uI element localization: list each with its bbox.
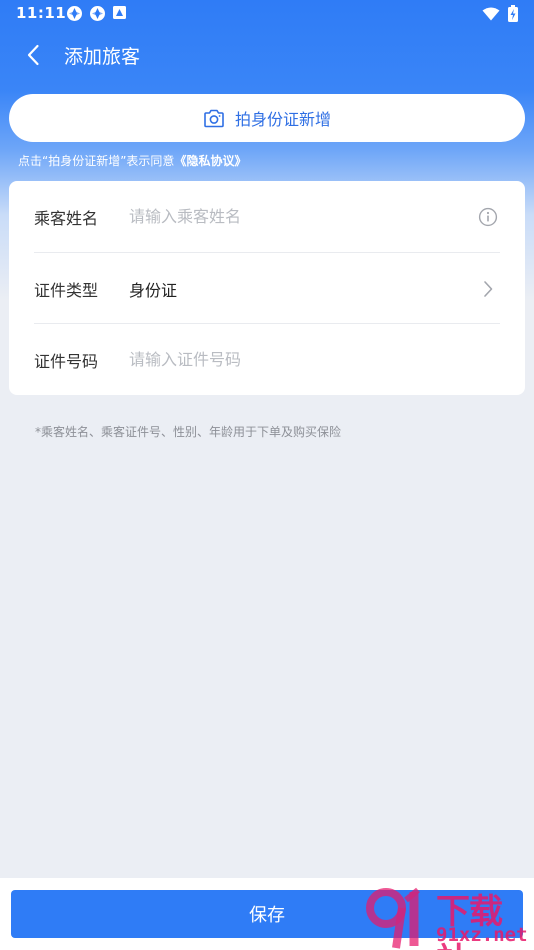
app-notification-icon xyxy=(66,5,83,22)
privacy-consent-text: 点击“拍身份证新增”表示同意《隐私协议》 xyxy=(18,152,246,169)
status-bar: 11:11 xyxy=(0,0,534,28)
scan-id-card-label: 拍身份证新增 xyxy=(234,110,331,129)
chevron-right-icon xyxy=(476,277,500,301)
id-type-value: 身份证 xyxy=(129,280,178,300)
notification-icons xyxy=(66,5,129,22)
chevron-left-icon xyxy=(27,44,39,66)
id-type-label: 证件类型 xyxy=(34,280,99,300)
passenger-name-input[interactable] xyxy=(129,207,476,226)
app-notification-icon xyxy=(89,5,106,22)
id-number-input[interactable] xyxy=(129,350,500,369)
page-title: 添加旅客 xyxy=(64,46,141,68)
consent-prefix: 点击“拍身份证新增”表示同意 xyxy=(18,154,175,168)
privacy-agreement-link[interactable]: 《隐私协议》 xyxy=(174,154,246,168)
passenger-name-label: 乘客姓名 xyxy=(34,208,99,228)
id-number-row: 证件号码 xyxy=(34,324,500,395)
info-icon[interactable] xyxy=(476,205,500,229)
wifi-icon xyxy=(482,7,500,25)
scan-id-card-button[interactable]: 拍身份证新增 xyxy=(9,94,525,142)
id-number-label: 证件号码 xyxy=(34,351,99,371)
watermark-logo-icon xyxy=(366,887,420,949)
status-time: 11:11 xyxy=(16,4,67,22)
image-notification-icon xyxy=(112,5,129,22)
camera-icon xyxy=(204,109,224,127)
watermark-text-en: 91xz.net xyxy=(436,924,528,946)
back-button[interactable] xyxy=(18,40,48,70)
passenger-form: 乘客姓名 证件类型 身份证 证件号码 xyxy=(9,181,525,395)
navigation-bar: 添加旅客 xyxy=(0,28,534,82)
passenger-name-row: 乘客姓名 xyxy=(34,181,500,252)
usage-note: *乘客姓名、乘客证件号、性别、年龄用于下单及购买保险 xyxy=(35,425,342,439)
save-button-label: 保存 xyxy=(249,905,285,926)
id-type-row[interactable]: 证件类型 身份证 xyxy=(34,253,500,324)
system-icons xyxy=(482,5,518,26)
battery-charging-icon xyxy=(508,5,518,26)
site-watermark: 下载站 91xz.net xyxy=(360,882,532,950)
